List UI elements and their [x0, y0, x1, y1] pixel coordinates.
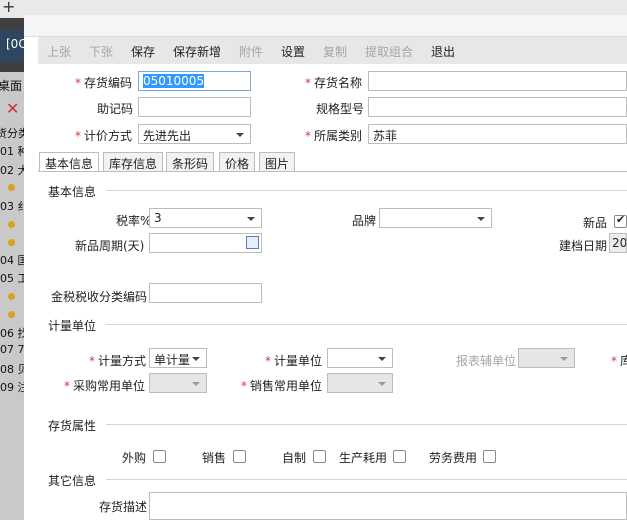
- description-label: 存货描述: [99, 500, 148, 514]
- inventory-dialog: 上张 下张 保存 保存新增 附件 设置 复制 提取组合 退出 * 存货编码 050…: [24, 15, 627, 520]
- close-icon[interactable]: ✕: [6, 99, 19, 118]
- exit-button[interactable]: 退出: [431, 43, 455, 60]
- attr-sales-checkbox[interactable]: [233, 450, 246, 463]
- attr-selfmade-checkbox[interactable]: [313, 450, 326, 463]
- units-section-title: 计量单位: [48, 319, 97, 333]
- save-button[interactable]: 保存: [131, 43, 155, 60]
- section-divider: [106, 324, 627, 325]
- tab-barcode[interactable]: 条形码: [166, 152, 215, 171]
- section-divider: [106, 190, 627, 191]
- stock-unit-label: * 库: [611, 354, 627, 368]
- tax-rate-label: 税率%: [116, 214, 152, 228]
- attach-button[interactable]: 附件: [239, 43, 263, 60]
- calendar-icon[interactable]: [246, 236, 259, 249]
- measure-method-select[interactable]: 单计量: [149, 348, 207, 368]
- attr-selfmade-label: 自制: [282, 451, 307, 465]
- tab-price[interactable]: 价格: [219, 152, 256, 171]
- sales-unit-select[interactable]: [327, 373, 393, 393]
- tax-rate-select[interactable]: 3: [149, 208, 262, 228]
- brand-select[interactable]: [379, 208, 492, 228]
- tab-divider: [38, 171, 627, 172]
- category-input[interactable]: 苏菲: [368, 124, 627, 144]
- report-unit-select[interactable]: [518, 348, 575, 368]
- measure-method-label: * 计量方式: [89, 354, 147, 368]
- spec-label: 规格型号: [316, 102, 365, 116]
- folder-icon: [8, 293, 15, 300]
- mnemonic-label: 助记码: [97, 102, 134, 116]
- next-button[interactable]: 下张: [89, 43, 113, 60]
- attr-service-label: 劳务费用: [429, 451, 478, 465]
- folder-icon: [8, 221, 15, 228]
- tax-code-input[interactable]: [149, 283, 262, 303]
- desktop-label[interactable]: 桌面: [0, 77, 22, 94]
- attr-purchase-label: 外购: [122, 451, 147, 465]
- name-input[interactable]: [368, 71, 627, 91]
- costing-select[interactable]: 先进先出: [138, 124, 251, 144]
- background-tree-panel: 桌面 ✕ 货分类 01 种 02 大 03 纟 04 囯 05 工 06 找 0…: [0, 72, 29, 520]
- dialog-titlebar: [24, 15, 627, 37]
- code-input[interactable]: 05010005: [138, 71, 251, 91]
- attr-sales-label: 销售: [202, 451, 227, 465]
- folder-icon: [8, 184, 15, 191]
- basic-section-title: 基本信息: [48, 185, 97, 199]
- measure-unit-label: * 计量单位: [265, 354, 323, 368]
- archive-date-input[interactable]: 20: [609, 233, 627, 253]
- other-section-title: 其它信息: [48, 474, 97, 488]
- new-product-label: 新品: [583, 216, 608, 230]
- folder-icon: [8, 239, 15, 246]
- new-product-checkbox[interactable]: ✔: [614, 213, 627, 228]
- settings-button[interactable]: 设置: [281, 43, 305, 60]
- attr-production-label: 生产耗用: [339, 451, 388, 465]
- prev-button[interactable]: 上张: [47, 43, 71, 60]
- tax-code-label: 金税税收分类编码: [51, 290, 148, 304]
- extract-button[interactable]: 提取组合: [365, 43, 413, 60]
- plus-icon[interactable]: +: [2, 0, 15, 16]
- background-strip: [0C: [0, 30, 27, 62]
- tree-row[interactable]: 07 7: [0, 343, 25, 356]
- attr-purchase-checkbox[interactable]: [153, 450, 166, 463]
- report-unit-label: 报表辅单位: [456, 354, 517, 368]
- new-cycle-label: 新品周期(天): [75, 239, 145, 253]
- code-label: * 存货编码: [75, 76, 133, 90]
- tab-stock-info[interactable]: 库存信息: [103, 152, 164, 171]
- brand-label: 品牌: [352, 214, 377, 228]
- purchase-unit-label: * 采购常用单位: [64, 379, 146, 393]
- section-divider: [106, 479, 627, 480]
- costing-label: * 计价方式: [75, 129, 133, 143]
- attributes-section-title: 存货属性: [48, 419, 97, 433]
- sales-unit-label: * 销售常用单位: [241, 379, 323, 393]
- spec-input[interactable]: [368, 97, 627, 117]
- archive-date-label: 建档日期: [559, 239, 608, 253]
- measure-unit-select[interactable]: [327, 348, 393, 368]
- tab-basic-info[interactable]: 基本信息: [39, 152, 100, 172]
- category-label: * 所属类别: [305, 129, 363, 143]
- name-label: * 存货名称: [305, 76, 363, 90]
- save-new-button[interactable]: 保存新增: [173, 43, 221, 60]
- copy-button[interactable]: 复制: [323, 43, 347, 60]
- folder-icon: [8, 311, 15, 318]
- attr-production-checkbox[interactable]: [393, 450, 406, 463]
- attr-service-checkbox[interactable]: [483, 450, 496, 463]
- section-divider: [106, 424, 627, 425]
- purchase-unit-select[interactable]: [149, 373, 207, 393]
- description-input[interactable]: [149, 492, 627, 520]
- mnemonic-input[interactable]: [138, 97, 251, 117]
- toolbar: 上张 下张 保存 保存新增 附件 设置 复制 提取组合 退出: [38, 37, 627, 64]
- tab-image[interactable]: 图片: [259, 152, 296, 171]
